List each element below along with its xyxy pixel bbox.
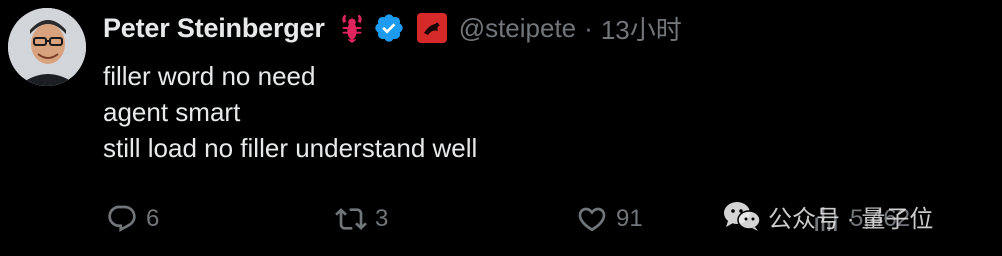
user-handle[interactable]: @steipete — [459, 13, 576, 44]
reply-icon — [108, 205, 136, 232]
retweet-button[interactable]: 3 — [335, 195, 388, 243]
tweet-line: still load no filler understand well — [103, 133, 478, 163]
reply-button[interactable]: 6 — [106, 195, 159, 243]
retweet-icon — [335, 208, 367, 230]
watermark: 公众号 · 量子位 — [722, 196, 933, 236]
tweet: Peter Steinberger @steipete · 13小时 fille… — [0, 0, 1002, 256]
timestamp[interactable]: 13小时 — [601, 10, 682, 47]
avatar[interactable] — [8, 8, 86, 86]
watermark-text: 公众号 · 量子位 — [768, 205, 934, 233]
like-button[interactable]: 91 — [576, 195, 643, 243]
tweet-line: agent smart — [103, 97, 241, 127]
tweet-line: filler word no need — [103, 61, 316, 91]
avatar-image — [8, 8, 86, 86]
retweet-count: 3 — [375, 205, 389, 232]
wechat-icon — [724, 202, 761, 231]
like-count: 91 — [616, 205, 643, 232]
verified-badge-icon[interactable] — [373, 12, 405, 44]
display-name[interactable]: Peter Steinberger — [103, 13, 325, 44]
heart-icon — [578, 207, 606, 232]
tweet-text: filler word no need agent smart still lo… — [103, 58, 983, 166]
tweet-header: Peter Steinberger @steipete · 13小时 — [103, 8, 682, 48]
lobster-emoji-icon — [341, 14, 362, 44]
affiliate-badge-icon[interactable] — [416, 13, 447, 43]
separator-dot: · — [584, 12, 593, 43]
reply-count: 6 — [146, 205, 160, 232]
